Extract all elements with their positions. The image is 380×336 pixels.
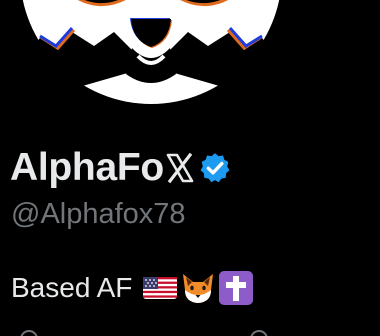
profile-meta-row	[0, 326, 380, 336]
profile-avatar[interactable]	[20, 0, 282, 104]
fox-face-avatar-image	[20, 0, 282, 104]
fox-emoji	[180, 271, 216, 305]
latin-cross-emoji	[218, 271, 254, 305]
profile-name-row: AlphaFo	[10, 142, 232, 194]
x-logo-icon	[165, 151, 195, 185]
us-flag-emoji	[142, 271, 178, 305]
profile-display-name: AlphaFo	[10, 146, 164, 189]
verified-badge-icon[interactable]	[198, 151, 232, 185]
profile-bio: Based AF	[11, 268, 254, 308]
profile-page: AlphaFo @Alphafox78 Based AF	[0, 0, 380, 336]
link-icon	[250, 330, 268, 336]
profile-handle: @Alphafox78	[11, 198, 186, 230]
profile-bio-text: Based AF	[11, 272, 133, 303]
location-icon	[20, 330, 38, 336]
